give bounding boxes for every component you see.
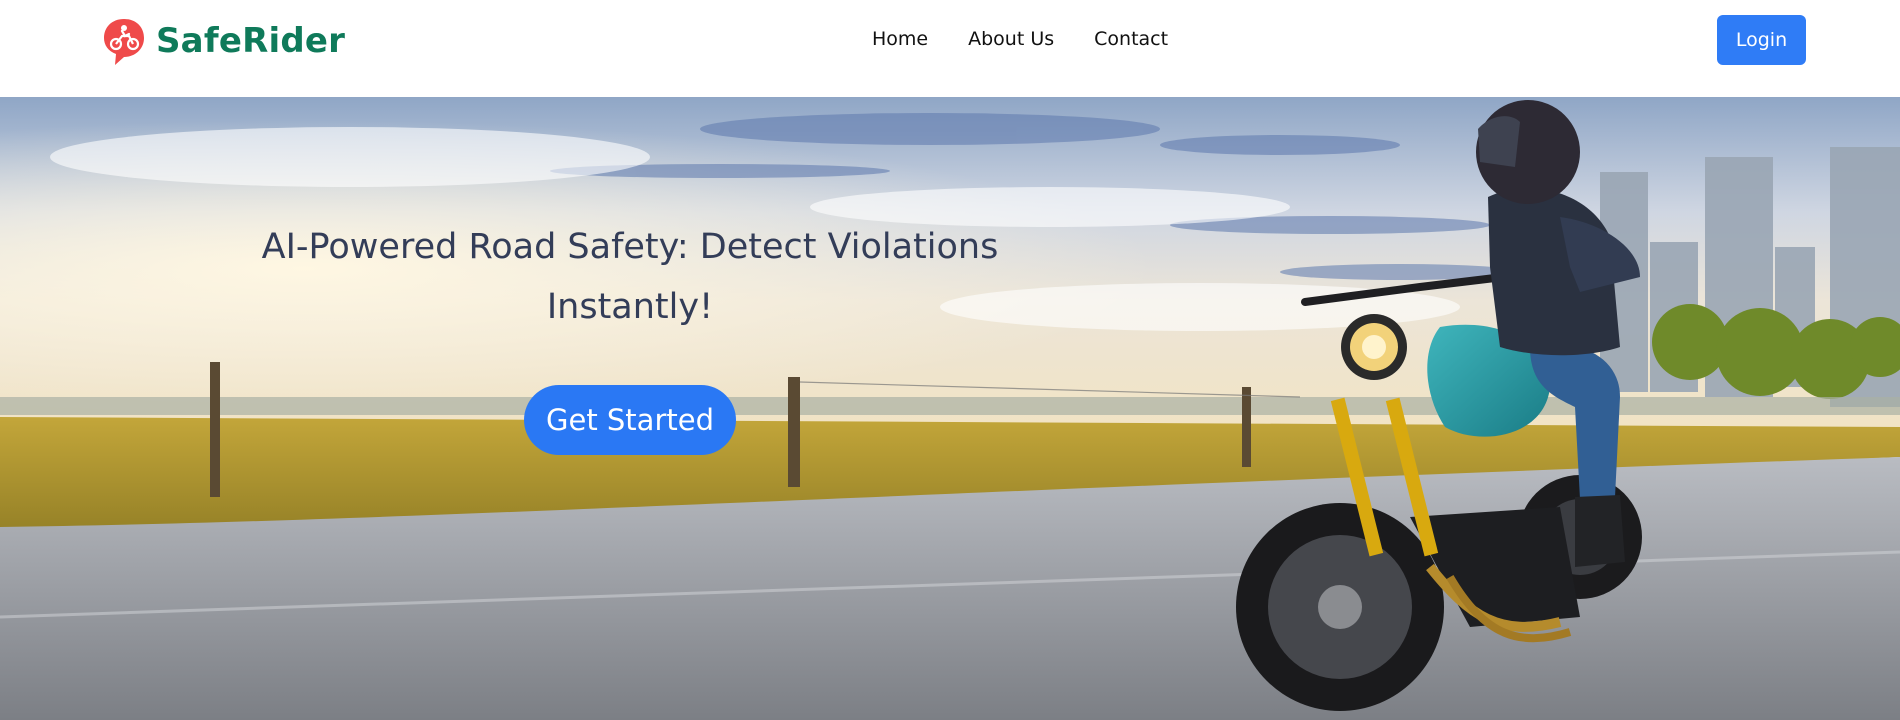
nav-link-about-us[interactable]: About Us	[968, 28, 1054, 50]
nav-link-contact[interactable]: Contact	[1094, 28, 1168, 50]
hero-title-line-2: Instantly!	[546, 287, 714, 327]
brand-link[interactable]: SafeRider	[102, 16, 345, 66]
get-started-button[interactable]: Get Started	[524, 385, 736, 455]
nav-item-about: About Us	[968, 28, 1054, 50]
motorcycle-pin-icon	[104, 19, 144, 65]
nav-item-contact: Contact	[1094, 28, 1168, 50]
navbar: SafeRider Home About Us Contact Login	[0, 0, 1900, 97]
hero-title: AI-Powered Road Safety: Detect Violation…	[230, 217, 1030, 337]
brand-name: SafeRider	[156, 21, 346, 61]
hero-section: AI-Powered Road Safety: Detect Violation…	[0, 97, 1900, 720]
nav-links: Home About Us Contact	[872, 28, 1168, 50]
login-button[interactable]: Login	[1717, 15, 1806, 65]
nav-link-home[interactable]: Home	[872, 28, 928, 50]
hero-content: AI-Powered Road Safety: Detect Violation…	[230, 217, 1030, 455]
hero-title-line-1: AI-Powered Road Safety: Detect Violation…	[261, 227, 999, 267]
nav-item-home: Home	[872, 28, 928, 50]
